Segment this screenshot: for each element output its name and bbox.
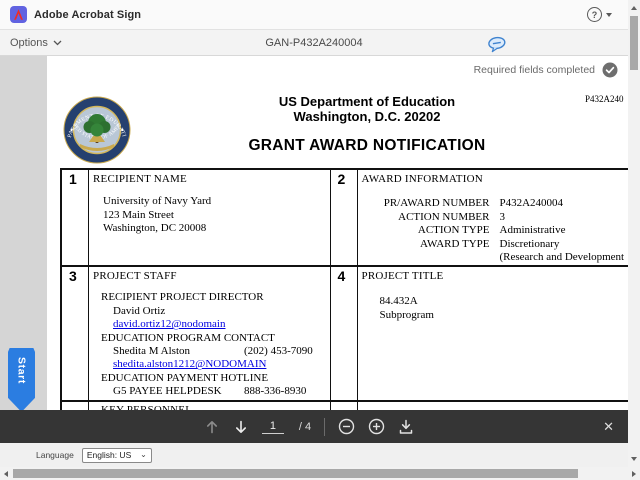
acrobat-sign-window: Adobe Acrobat Sign ? Options GAN-P432A24… [0, 0, 640, 480]
box4-number: 4 [331, 267, 358, 400]
box1-recipient-name: RECIPIENT NAME University of Navy Yard 1… [89, 170, 331, 265]
start-tab-button[interactable]: Start [8, 348, 35, 410]
previous-page-button[interactable] [204, 419, 220, 435]
start-tab-label: Start [16, 357, 28, 410]
language-selected-value: English: US [87, 450, 131, 460]
staff-name: Shedita M Alston [113, 345, 244, 358]
department-address: Washington, D.C. 20202 [107, 109, 627, 124]
required-fields-status: Required fields completed [474, 62, 618, 78]
field-label [366, 251, 490, 264]
chevron-down-icon: ⌄ [140, 451, 147, 459]
scroll-left-arrow[interactable] [0, 467, 12, 480]
staff-name: David Ortiz [113, 305, 244, 318]
vertical-scrollbar-thumb[interactable] [630, 16, 638, 70]
department-name: US Department of Education [107, 94, 627, 109]
field-label: ACTION TYPE [366, 224, 490, 237]
table-row: 3 PROJECT STAFF RECIPIENT PROJECT DIRECT… [62, 267, 628, 402]
chevron-down-icon [606, 13, 612, 17]
staff-group: RECIPIENT PROJECT DIRECTOR David Ortiz d… [101, 291, 330, 331]
field-label: AWARD TYPE [366, 238, 490, 251]
close-toolbar-button[interactable]: ✕ [603, 410, 614, 443]
staff-email-link[interactable]: david.ortiz12@nodomain [113, 318, 330, 331]
staff-heading: EDUCATION PROGRAM CONTACT [101, 332, 330, 345]
download-button[interactable] [398, 419, 414, 435]
help-menu[interactable]: ? [587, 7, 612, 22]
box5-number [62, 402, 89, 410]
staff-group: EDUCATION PROGRAM CONTACT Shedita M Alst… [101, 332, 330, 372]
field-value: P432A240004 [500, 197, 564, 210]
table-row: KEY PERSONNEL [62, 402, 628, 410]
staff-email-link[interactable]: obssed1212@NODOMAIN [113, 399, 330, 400]
recipient-line: University of Navy Yard [103, 195, 330, 208]
app-header: Adobe Acrobat Sign ? [0, 0, 628, 30]
app-title: Adobe Acrobat Sign [34, 9, 141, 21]
project-line: 84.432A [380, 295, 629, 308]
box2-title: AWARD INFORMATION [358, 170, 629, 186]
staff-phone: (202) 453-7090 [244, 345, 313, 358]
staff-email-link[interactable]: shedita.alston1212@NODOMAIN [113, 358, 330, 371]
recipient-line: Washington, DC 20008 [103, 222, 330, 235]
comment-bubble-icon[interactable] [487, 36, 507, 58]
horizontal-scrollbar-thumb[interactable] [13, 469, 578, 478]
check-circle-icon [602, 62, 618, 78]
document-viewport[interactable]: Required fields completed DEPARTMENT OF … [0, 56, 628, 410]
project-line: Subprogram [380, 309, 629, 322]
field-label: ACTION NUMBER [366, 211, 490, 224]
box3-title: PROJECT STAFF [89, 267, 330, 283]
field-value: (Research and Development [500, 251, 625, 264]
document-title-text: GRANT AWARD NOTIFICATION [107, 137, 627, 155]
pdf-controls-toolbar: 1 / 4 ✕ [0, 410, 628, 443]
next-section-title: KEY PERSONNEL [89, 402, 330, 410]
scroll-up-arrow[interactable] [628, 2, 640, 14]
status-text: Required fields completed [474, 64, 595, 76]
field-label: PR/AWARD NUMBER [366, 197, 490, 210]
footer-bar: Language English: US ⌄ [0, 443, 628, 467]
box4-title: PROJECT TITLE [358, 267, 629, 283]
zoom-in-button[interactable] [368, 418, 385, 435]
box2-number: 2 [331, 170, 358, 265]
horizontal-scrollbar[interactable] [0, 467, 640, 480]
zoom-out-button[interactable] [338, 418, 355, 435]
staff-phone: 888-336-8930 [244, 385, 306, 398]
scroll-right-arrow[interactable] [628, 467, 640, 480]
help-icon[interactable]: ? [587, 7, 602, 22]
box1-title: RECIPIENT NAME [89, 170, 330, 186]
table-row: 1 RECIPIENT NAME University of Navy Yard… [62, 170, 628, 267]
scroll-down-arrow[interactable] [628, 453, 640, 465]
box2-award-information: AWARD INFORMATION PR/AWARD NUMBER P432A24… [358, 170, 629, 265]
staff-group: EDUCATION PAYMENT HOTLINE G5 PAYEE HELPD… [101, 372, 330, 400]
toolbar-divider [324, 418, 325, 436]
page-total-label: / 4 [299, 421, 311, 433]
language-label: Language [36, 450, 74, 460]
box1-number: 1 [62, 170, 89, 265]
staff-heading: RECIPIENT PROJECT DIRECTOR [101, 291, 330, 304]
staff-name: G5 PAYEE HELPDESK [113, 385, 244, 398]
document-toolbar: Options GAN-P432A240004 [0, 30, 628, 56]
adobe-acrobat-logo-icon [10, 6, 27, 23]
field-value: 3 [500, 211, 506, 224]
field-value: Administrative [500, 224, 566, 237]
vertical-scrollbar[interactable] [628, 0, 640, 467]
box3-project-staff: PROJECT STAFF RECIPIENT PROJECT DIRECTOR… [89, 267, 331, 400]
document-title: GAN-P432A240004 [0, 30, 628, 55]
page-number-input[interactable]: 1 [262, 420, 284, 434]
recipient-line: 123 Main Street [103, 209, 330, 222]
language-select[interactable]: English: US ⌄ [82, 448, 152, 463]
box4-project-title: PROJECT TITLE 84.432A Subprogram [358, 267, 629, 400]
staff-heading: EDUCATION PAYMENT HOTLINE [101, 372, 330, 385]
box3-number: 3 [62, 267, 89, 400]
document-heading: US Department of Education Washington, D… [107, 94, 627, 155]
gan-table: 1 RECIPIENT NAME University of Navy Yard… [60, 168, 628, 410]
field-value: Discretionary [500, 238, 560, 251]
pdf-page: DEPARTMENT OF EDUCATION UNITED STATES OF… [47, 56, 628, 410]
next-page-button[interactable] [233, 419, 249, 435]
